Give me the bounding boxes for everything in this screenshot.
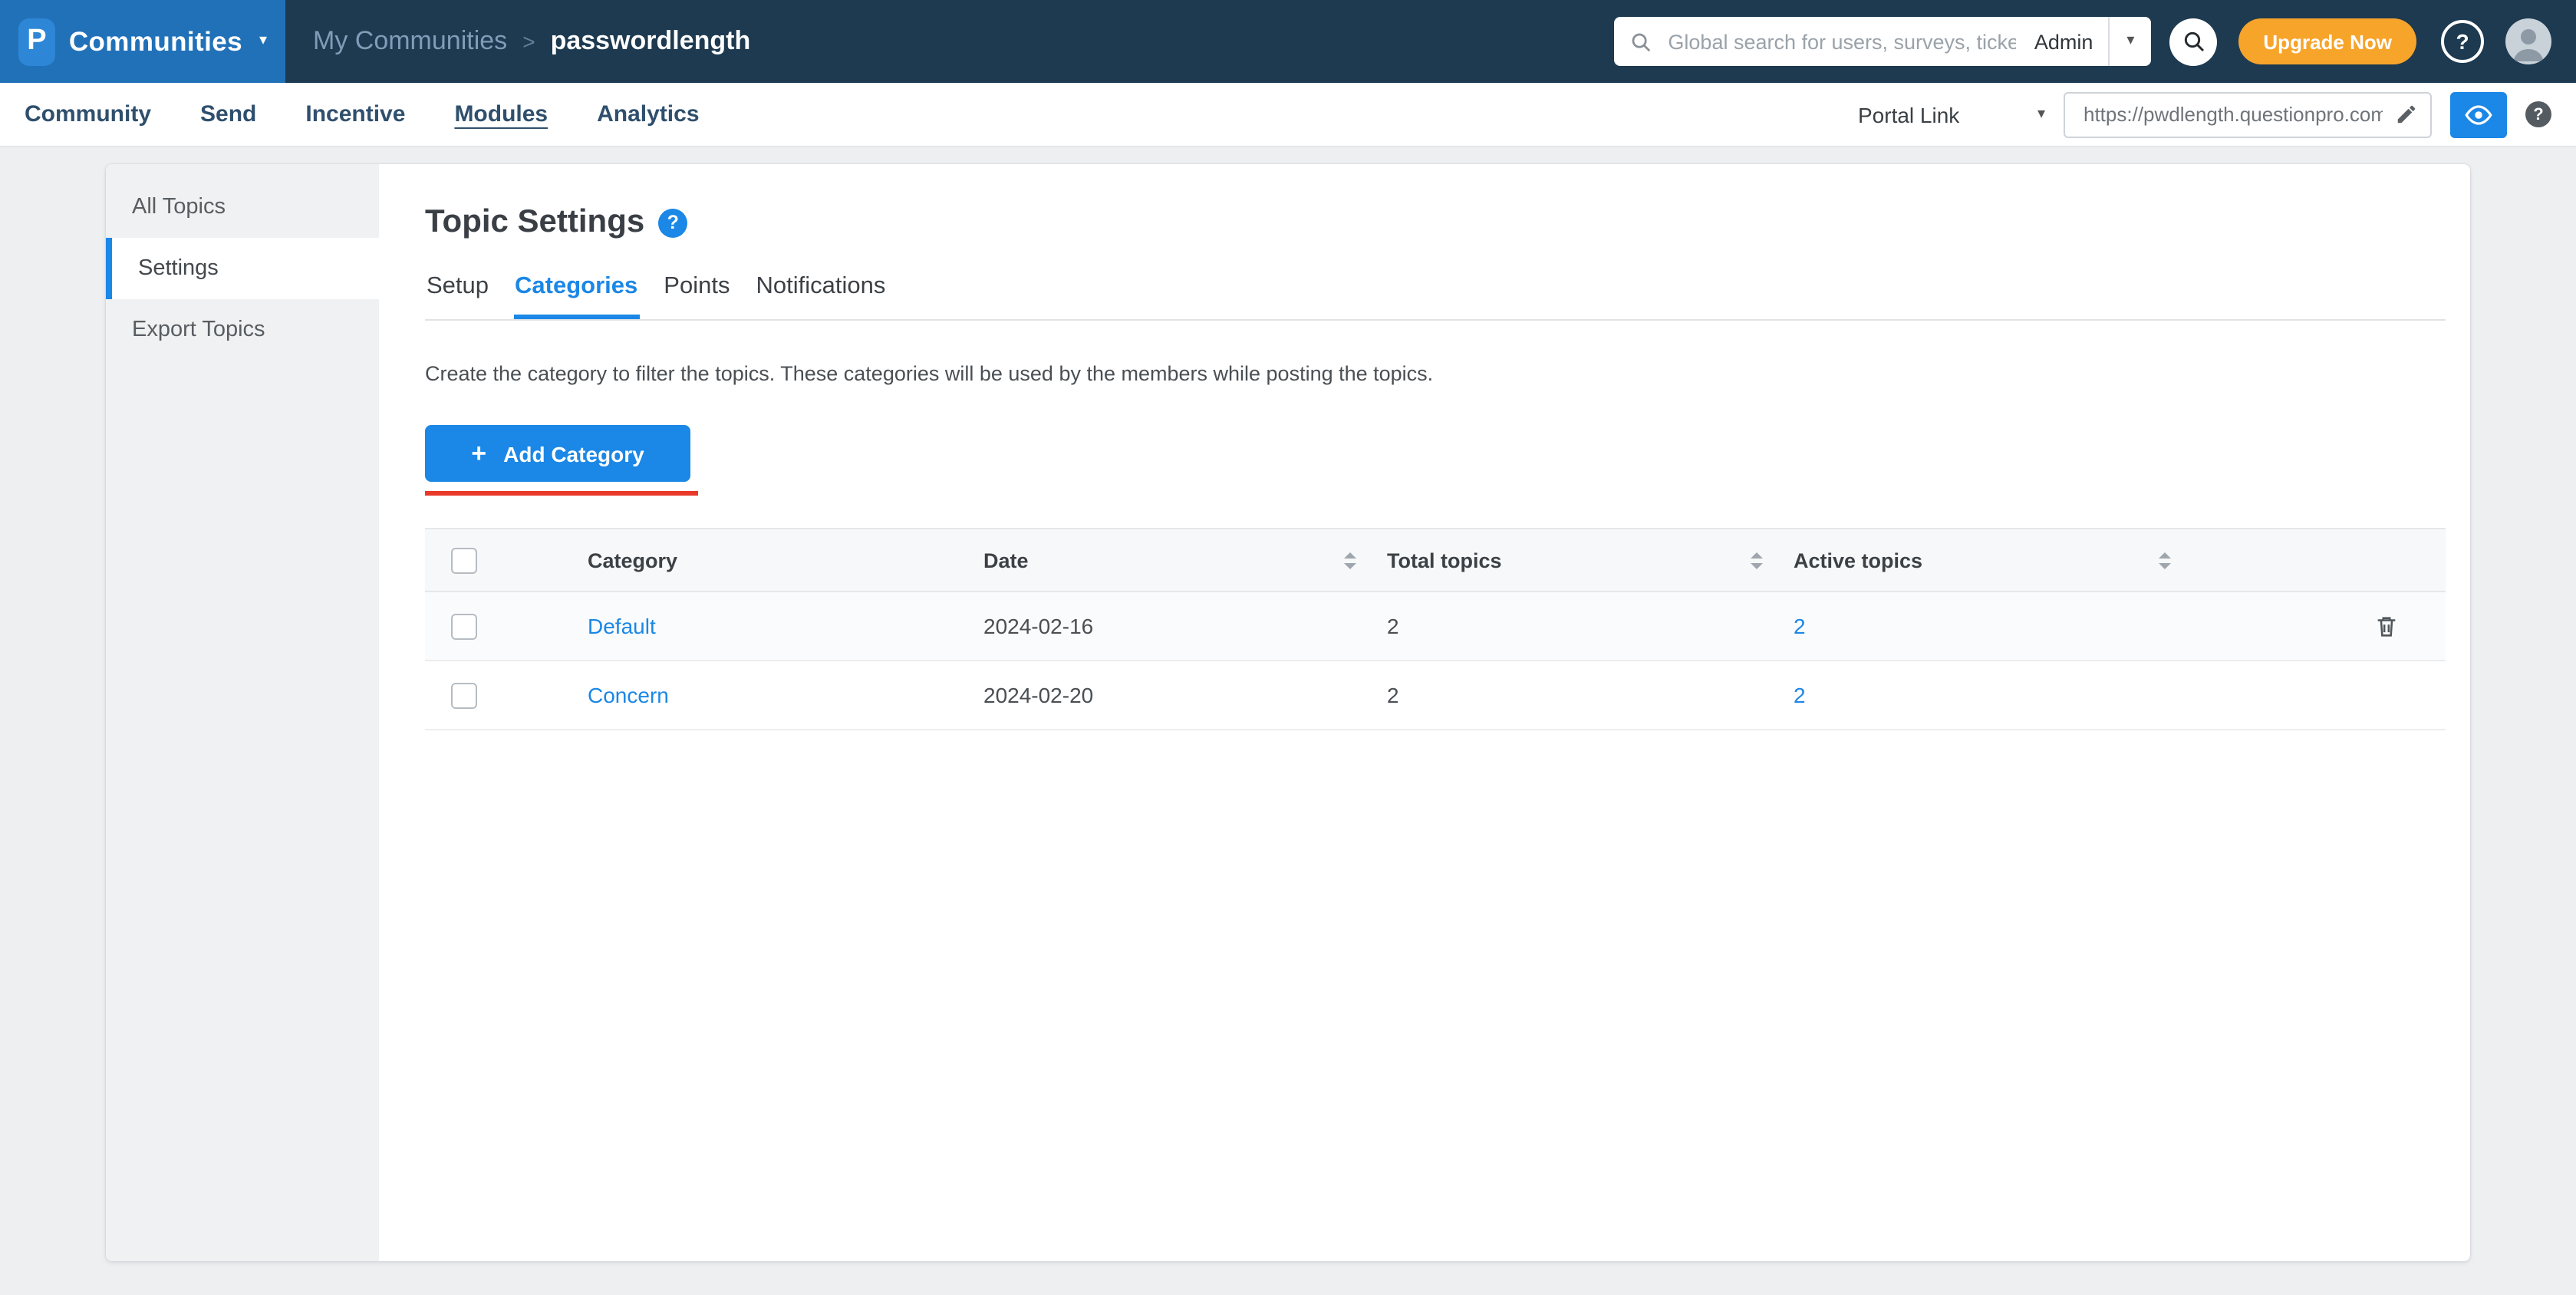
cell-actions (2202, 613, 2446, 639)
panel-title-row: Topic Settings ? (425, 204, 2446, 241)
topic-settings-help-icon[interactable]: ? (658, 208, 688, 237)
cell-active-topics: 2 (1794, 683, 2202, 707)
row-checkbox[interactable] (451, 682, 477, 708)
column-date-label: Date (983, 549, 1029, 572)
add-category-button[interactable]: + Add Category (425, 425, 690, 482)
sidebar-item-all-topics[interactable]: All Topics (106, 176, 379, 238)
logo-letter: P (27, 25, 47, 57)
nav-analytics[interactable]: Analytics (597, 101, 699, 127)
categories-description: Create the category to filter the topics… (425, 362, 1434, 385)
select-all-checkbox[interactable] (451, 547, 477, 573)
search-icon (2184, 31, 2204, 52)
column-total-label: Total topics (1387, 549, 1502, 572)
sort-icon[interactable] (1751, 552, 1763, 568)
secondary-nav-right: Portal Link ▾ ? (1858, 91, 2551, 137)
top-header: P Communities ▾ My Communities > passwor… (0, 0, 2576, 83)
header-checkbox-cell (425, 547, 588, 573)
screen: P Communities ▾ My Communities > passwor… (0, 0, 2576, 1295)
tab-categories[interactable]: Categories (513, 273, 640, 319)
plus-icon: + (471, 439, 487, 468)
search-icon (1614, 30, 1665, 53)
column-active-topics: Active topics (1794, 549, 2202, 572)
breadcrumb: My Communities > passwordlength (313, 26, 750, 57)
chevron-down-icon: ▾ (2037, 105, 2045, 122)
cell-total-topics: 2 (1387, 683, 1399, 707)
topics-sidebar: All Topics Settings Export Topics (106, 164, 379, 1261)
breadcrumb-current-community: passwordlength (550, 26, 751, 55)
delete-category-button[interactable] (2373, 613, 2400, 639)
row-checkbox[interactable] (451, 613, 477, 639)
column-date: Date (983, 549, 1387, 572)
nav-modules[interactable]: Modules (454, 101, 548, 127)
topic-settings-panel: Topic Settings ? Setup Categories Points… (379, 164, 2470, 1261)
chevron-down-icon: ▾ (259, 32, 267, 49)
page-title: Topic Settings (425, 204, 645, 239)
annotation-red-underline (425, 491, 698, 496)
category-link[interactable]: Concern (588, 683, 669, 707)
portal-link-dropdown[interactable]: Portal Link ▾ (1858, 102, 2045, 127)
cell-date: 2024-02-20 (983, 683, 1094, 707)
search-scope-dropdown[interactable]: ▾ (2110, 17, 2152, 66)
sidebar-item-export-topics[interactable]: Export Topics (106, 299, 379, 361)
secondary-nav-items: Community Send Incentive Modules Analyti… (25, 101, 700, 127)
avatar[interactable] (2505, 18, 2551, 64)
portal-url-input[interactable] (2080, 101, 2386, 127)
portal-link-label: Portal Link (1858, 102, 1960, 127)
upgrade-now-button[interactable]: Upgrade Now (2238, 18, 2416, 64)
nav-incentive[interactable]: Incentive (305, 101, 405, 127)
chevron-down-icon: ▾ (2126, 32, 2135, 49)
table-row: Concern 2024-02-20 2 2 (425, 661, 2446, 730)
add-category-label: Add Category (503, 441, 644, 466)
questionpro-logo-icon: P (18, 18, 55, 65)
tab-points[interactable]: Points (662, 273, 731, 319)
tab-notifications[interactable]: Notifications (754, 273, 887, 319)
cell-date: 2024-02-16 (983, 614, 1094, 638)
brand-label: Communities (68, 25, 242, 56)
trash-icon (2377, 616, 2396, 636)
eye-icon (2465, 104, 2492, 124)
column-total-topics: Total topics (1387, 549, 1794, 572)
person-icon (2513, 29, 2544, 61)
secondary-nav: Community Send Incentive Modules Analyti… (0, 83, 2576, 147)
cell-category: Concern (588, 683, 983, 707)
table-header-row: Category Date Total topics Active topics (425, 528, 2446, 592)
edit-icon[interactable] (2395, 103, 2418, 126)
brand-communities-menu[interactable]: P Communities ▾ (0, 0, 285, 83)
cell-category: Default (588, 614, 983, 638)
search-scope-label[interactable]: Admin (2019, 30, 2109, 53)
global-search: Admin ▾ (1614, 17, 2152, 66)
question-glyph: ? (2533, 105, 2544, 124)
sort-icon[interactable] (2159, 552, 2171, 568)
row-checkbox-cell (425, 682, 588, 708)
search-submit-button[interactable] (2169, 18, 2218, 65)
sidebar-item-settings[interactable]: Settings (106, 238, 379, 299)
column-category: Category (588, 549, 678, 572)
settings-tabs: Setup Categories Points Notifications (425, 273, 2446, 321)
help-icon[interactable]: ? (2441, 20, 2484, 63)
portal-help-icon[interactable]: ? (2525, 101, 2551, 127)
cell-total-topics: 2 (1387, 614, 1399, 638)
topics-card: All Topics Settings Export Topics Topic … (106, 164, 2470, 1261)
nav-send[interactable]: Send (200, 101, 256, 127)
global-search-input[interactable] (1665, 28, 2019, 54)
breadcrumb-separator: > (522, 29, 535, 54)
question-glyph: ? (2456, 29, 2469, 54)
active-topics-link[interactable]: 2 (1794, 614, 1806, 638)
question-glyph: ? (667, 212, 679, 233)
main-content: All Topics Settings Export Topics Topic … (0, 147, 2576, 1295)
table-row: Default 2024-02-16 2 2 (425, 592, 2446, 661)
category-link[interactable]: Default (588, 614, 656, 638)
row-checkbox-cell (425, 613, 588, 639)
categories-table: Category Date Total topics Active topics (425, 528, 2446, 730)
portal-url-field (2064, 91, 2432, 137)
preview-portal-button[interactable] (2450, 91, 2507, 137)
active-topics-link[interactable]: 2 (1794, 683, 1806, 707)
tab-setup[interactable]: Setup (425, 273, 490, 319)
cell-active-topics: 2 (1794, 614, 2202, 638)
column-active-label: Active topics (1794, 549, 1923, 572)
sort-icon[interactable] (1344, 552, 1356, 568)
breadcrumb-my-communities[interactable]: My Communities (313, 26, 507, 57)
nav-community[interactable]: Community (25, 101, 151, 127)
